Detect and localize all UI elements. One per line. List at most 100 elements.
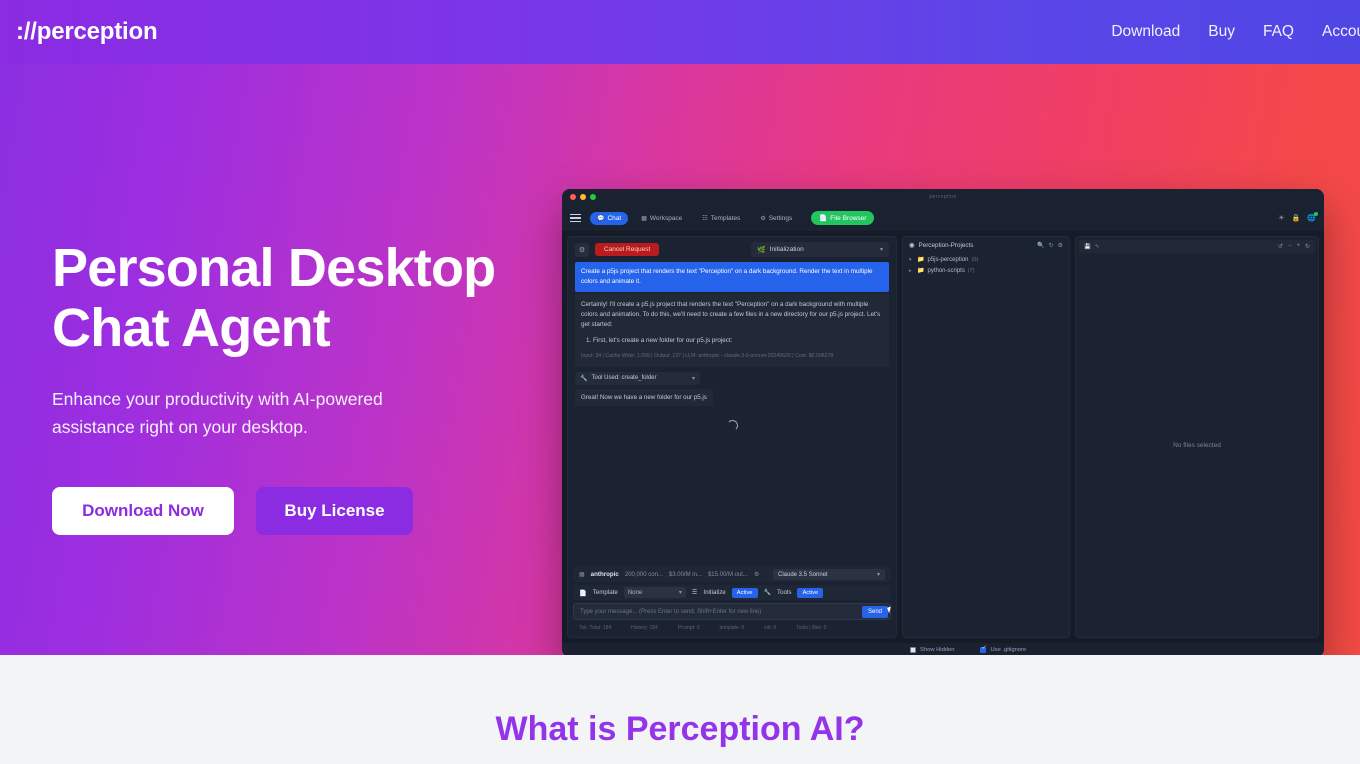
message-input[interactable]: Type your message... (Press Enter to sen… [573,603,893,620]
refresh-icon[interactable]: ↻ [1305,243,1310,250]
edit-icon[interactable]: ✎ [1095,244,1100,250]
message-input-placeholder: Type your message... (Press Enter to sen… [580,608,762,615]
model-info-bar: ▦ anthropic 200,000 con... $3.00/M in...… [573,567,891,582]
file-icon: 📄 [819,215,828,222]
initialize-status-badge[interactable]: Active [731,587,758,598]
nav-link-download[interactable]: Download [1111,23,1180,41]
model-settings-icon[interactable]: ⚙ [754,571,759,578]
tree-item-count: (7) [967,267,975,274]
chat-status-bar: Tok. Total: 184 History: 184 Prompt: 0 t… [573,622,891,633]
chat-panel: ⚙ Cancel Request 🌿 Initialization ▾ Crea… [567,236,897,638]
window-title: perception [929,194,957,200]
tab-templates-label: Templates [710,214,741,222]
hero-section: Personal Desktop Chat Agent Enhance your… [0,64,1360,655]
nav-link-buy[interactable]: Buy [1208,23,1235,41]
app-screenshot-window: perception 💬 Chat ▦ Workspace ☷ Template… [562,189,1324,655]
tree-item-p5js-perception[interactable]: ▾ 📁 p5js-perception (0) [909,254,1063,265]
preview-empty-state: No files selected [1173,441,1221,449]
message-list[interactable]: Create a p5js project that renders the t… [568,262,896,567]
network-status-icon[interactable]: 🌐 [1307,212,1318,222]
tab-settings[interactable]: ⚙ Settings [753,212,799,225]
wrench-icon: 🔧 [580,375,588,382]
mode-select[interactable]: 🌿 Initialization ▾ [751,242,889,257]
preview-toolbar-actions: ↺ − + ↻ [1278,243,1310,250]
chat-settings-icon[interactable]: ⚙ [575,242,589,257]
chevron-right-icon[interactable]: ▸ [909,268,914,274]
model-select[interactable]: Claude 3.5 Sonnet ▾ [773,569,885,580]
context-size: 200,000 con... [624,571,663,578]
file-tree-panel: ◉ Perception-Projects 🔍 ↻ ⚙ ▾ 📁 p5js-per… [902,236,1070,638]
chevron-down-icon[interactable]: ▾ [909,257,914,263]
tab-workspace-label: Workspace [649,214,683,222]
tab-chat[interactable]: 💬 Chat [590,211,629,225]
tools-label: Tools [777,589,792,596]
cta-row: Download Now Buy License [52,486,520,535]
toolbar-right-icons: ☀ 🔒 🌐 [1278,212,1318,222]
output-price: $15.00/M out... [707,571,748,578]
zoom-out-icon[interactable]: − [1288,243,1292,250]
assistant-step-1: First, let's create a new folder for our… [593,336,883,346]
mode-select-value: Initialization [769,246,804,253]
save-icon[interactable]: 💾 [1084,244,1091,250]
file-browser-button[interactable]: 📄 File Browser [811,211,875,225]
search-icon[interactable]: 🔍 [1037,242,1044,249]
checkbox-icon [910,647,916,653]
template-select[interactable]: None ▾ [623,587,686,598]
show-hidden-checkbox[interactable]: Show Hidden [910,647,954,653]
chevron-down-icon: ▾ [876,572,880,578]
status-history: History: 184 [631,624,658,631]
nav-link-account[interactable]: Account [1322,23,1360,41]
brand-logo[interactable]: ://perception [16,18,158,46]
history-icon[interactable]: ↺ [1278,243,1283,250]
tools-status-badge[interactable]: Active [797,587,824,598]
status-tools-files: Tools | files: 0 [796,624,827,631]
cancel-request-button[interactable]: Cancel Request [595,243,660,256]
app-titlebar: perception [562,189,1324,205]
file-preview-panel: 💾 ✎ ↺ − + ↻ No files selected [1075,236,1319,638]
checkbox-checked-icon [980,646,987,653]
tab-settings-label: Settings [768,214,793,222]
status-prompt: Prompt: 0 [677,624,700,631]
provider-icon: ▦ [579,572,585,578]
zoom-in-icon[interactable]: + [1296,243,1300,250]
file-tree[interactable]: ▾ 📁 p5js-perception (0) ▸ 📁 python-scrip… [903,254,1069,637]
options-bar: 📄 Template None ▾ ☰ Initialize Active 🔧 … [573,585,891,600]
hero-title: Personal Desktop Chat Agent [52,238,496,358]
nav-link-faq[interactable]: FAQ [1263,23,1294,41]
buy-license-button[interactable]: Buy License [256,486,413,535]
site-header: ://perception Download Buy FAQ Account [0,0,1360,64]
tab-workspace[interactable]: ▦ Workspace [634,212,689,225]
assistant-steps: First, let's create a new folder for our… [593,336,883,346]
preview-toolbar: 💾 ✎ ↺ − + ↻ [1079,240,1315,253]
send-button-label: Send [867,608,882,615]
chevron-down-icon: ▾ [879,247,883,253]
tree-item-label: python-scripts [927,267,965,274]
input-price: $3.00/M in... [668,571,702,578]
tree-item-label: p5js-perception [927,256,969,263]
hero-subtitle: Enhance your productivity with AI-powere… [52,388,383,437]
template-icon: 📄 [579,589,587,597]
status-template: template: 0 [719,624,745,631]
use-gitignore-checkbox[interactable]: Use .gitignore [980,646,1027,653]
tools-icon: 🔧 [763,590,772,596]
workspace-icon: ▦ [641,215,647,222]
download-now-button[interactable]: Download Now [52,486,234,535]
app-bottom-bar: Show Hidden Use .gitignore [562,643,1324,655]
gear-icon[interactable]: ⚙ [1058,242,1063,249]
tree-item-count: (0) [971,256,979,263]
use-gitignore-label: Use .gitignore [990,647,1027,653]
tab-templates[interactable]: ☷ Templates [695,212,747,225]
lock-icon[interactable]: 🔒 [1292,214,1301,222]
tool-used-dropdown[interactable]: 🔧 Tool Used: create_folder ▾ [575,371,700,385]
chevron-down-icon: ▾ [678,590,682,596]
file-tree-actions: 🔍 ↻ ⚙ [1037,242,1063,249]
brightness-icon[interactable]: ☀ [1278,214,1284,222]
what-is-section: What is Perception AI? [0,655,1360,764]
message-meta: Input: 34 | Cache Write: 1,099 | Output:… [581,352,834,359]
menu-icon[interactable] [570,213,581,223]
tree-item-python-scripts[interactable]: ▸ 📁 python-scripts (7) [909,265,1063,276]
app-body: ⚙ Cancel Request 🌿 Initialization ▾ Crea… [562,231,1324,643]
refresh-icon[interactable]: ↻ [1049,242,1054,249]
model-select-value: Claude 3.5 Sonnet [778,571,828,578]
send-button[interactable]: Send [861,605,893,618]
